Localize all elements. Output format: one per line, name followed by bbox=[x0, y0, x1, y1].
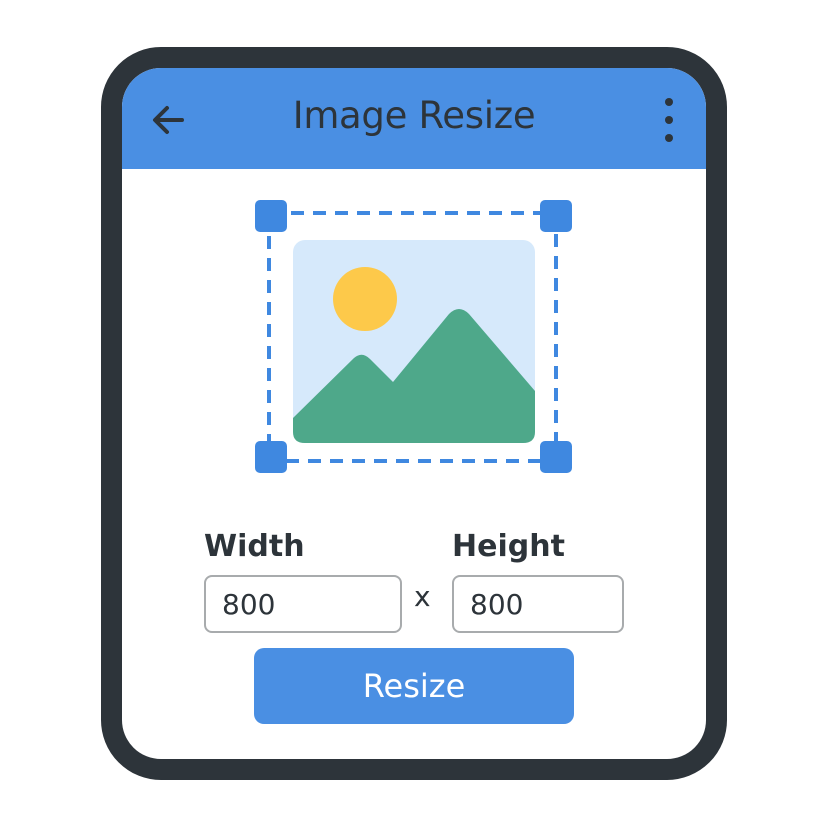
app-window: Image Resize Width x Height Resize bbox=[101, 47, 727, 780]
landscape-image-icon bbox=[293, 240, 535, 443]
height-input[interactable] bbox=[452, 575, 624, 633]
width-input[interactable] bbox=[204, 575, 402, 633]
sun-icon bbox=[333, 267, 397, 331]
resize-handle-top-left[interactable] bbox=[255, 200, 287, 232]
resize-handle-bottom-right[interactable] bbox=[540, 441, 572, 473]
width-label: Width bbox=[204, 529, 305, 564]
dimension-separator: x bbox=[414, 580, 431, 613]
height-label: Height bbox=[452, 529, 565, 564]
resize-button[interactable]: Resize bbox=[254, 648, 574, 724]
resize-handle-bottom-left[interactable] bbox=[255, 441, 287, 473]
resize-handle-top-right[interactable] bbox=[540, 200, 572, 232]
